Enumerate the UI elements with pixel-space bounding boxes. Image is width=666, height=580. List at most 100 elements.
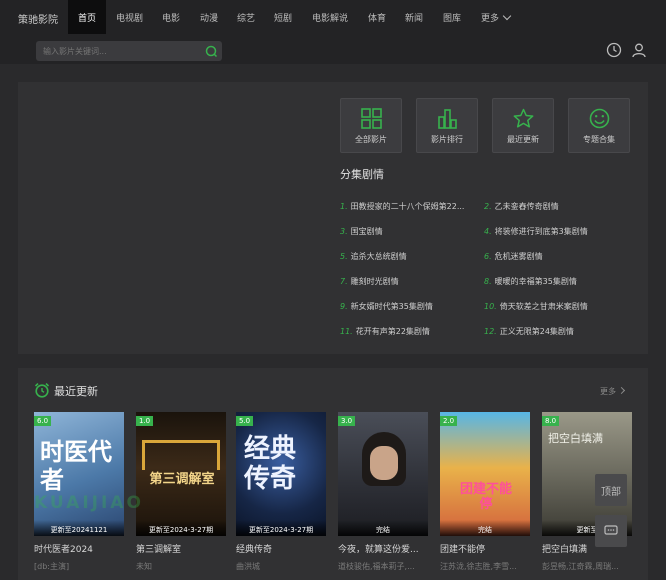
card-title[interactable]: 团建不能停: [440, 542, 532, 555]
episode-title: 追杀大总统剧情: [350, 252, 407, 261]
episode-title: 田教授家的二十八个保姆第22...: [350, 202, 465, 211]
episode-rank: 5.: [340, 252, 348, 261]
score-badge: 8.0: [542, 416, 560, 426]
all-movies-button[interactable]: 全部影片: [340, 98, 402, 153]
episode-link[interactable]: 10. 倚天软差之甘肃米案剧情: [484, 301, 588, 312]
poster-caption: 把空白填满: [548, 432, 603, 445]
episode-link[interactable]: 6. 危机迷雾剧情: [484, 251, 543, 262]
score-badge: 1.0: [136, 416, 154, 426]
history-clock-icon[interactable]: [606, 42, 622, 58]
episode-title: 倚天软差之甘肃米案剧情: [499, 302, 588, 311]
nav-news[interactable]: 新闻: [405, 11, 423, 24]
grid-icon: [361, 108, 382, 129]
episode-rank: 2.: [484, 202, 492, 211]
episode-title: 国宝剧情: [350, 227, 383, 236]
nav-movie[interactable]: 电影: [162, 11, 180, 24]
star-icon: [513, 108, 534, 128]
episode-link[interactable]: 9. 新女婿时代第35集剧情: [340, 301, 433, 312]
episode-link[interactable]: 2. 乙未銮舂传奇剧情: [484, 201, 559, 212]
card-actors: 汪苏泷,徐志胜,李雪...: [440, 562, 517, 571]
episode-rank: 12.: [484, 327, 497, 336]
episode-link[interactable]: 4. 将装修进行到底第3集剧情: [484, 226, 588, 237]
poster-image[interactable]: 经典传奇 5.0 更新至2024-3-27期: [236, 412, 326, 536]
episode-link[interactable]: 12. 正义无限第24集剧情: [484, 326, 574, 337]
ranking-button[interactable]: 影片排行: [416, 98, 478, 153]
nav-anime[interactable]: 动漫: [200, 11, 218, 24]
search-bar: [0, 34, 666, 64]
episode-title: 新女婿时代第35集剧情: [350, 302, 433, 311]
poster-frame: [142, 440, 220, 470]
user-icon[interactable]: [631, 42, 647, 58]
more-label: 更多: [600, 387, 616, 396]
feedback-button[interactable]: [595, 515, 627, 547]
card-actors: 未知: [136, 562, 152, 571]
nav-variety[interactable]: 综艺: [237, 11, 255, 24]
card-actors: 彭昱畅,江奇霖,周瑞...: [542, 562, 619, 571]
search-box: [36, 41, 222, 61]
score-badge: 2.0: [440, 416, 458, 426]
message-icon: [604, 525, 618, 535]
card-title[interactable]: 今夜，就算这份爱...: [338, 542, 430, 555]
nav-sports[interactable]: 体育: [368, 11, 386, 24]
episode-link[interactable]: 1. 田教授家的二十八个保姆第22...: [340, 201, 464, 212]
nav-more[interactable]: 更多: [481, 11, 512, 24]
search-icon[interactable]: [204, 44, 218, 58]
episode-title: 乙未銮舂传奇剧情: [494, 202, 559, 211]
collections-label: 专题合集: [583, 135, 615, 144]
card-title[interactable]: 经典传奇: [236, 542, 328, 555]
back-to-top-button[interactable]: 顶部: [595, 474, 627, 506]
nav-commentary[interactable]: 电影解说: [312, 11, 348, 24]
episode-link[interactable]: 3. 国宝剧情: [340, 226, 383, 237]
nav-gallery[interactable]: 图库: [443, 11, 461, 24]
episode-title: 花开有声第22集剧情: [355, 327, 430, 336]
site-logo[interactable]: 策驰影院: [18, 11, 58, 26]
card-actors: [db:主演]: [34, 562, 70, 571]
more-link[interactable]: 更多: [600, 386, 626, 397]
episodes-section-title: 分集剧情: [340, 168, 384, 181]
update-status: 完结: [440, 520, 530, 536]
watermark-text: KUAIJIAO: [34, 493, 144, 513]
nav-home[interactable]: 首页: [68, 0, 107, 34]
featured-panel: 全部影片 影片排行 最近更新 专题合集 分集剧情 1. 田教授家的二十八个保姆第2…: [18, 82, 648, 354]
score-badge: 6.0: [34, 416, 52, 426]
episode-rank: 9.: [340, 302, 348, 311]
episode-link[interactable]: 8. 暖暖的幸福第35集剧情: [484, 276, 577, 287]
score-badge: 5.0: [236, 416, 254, 426]
episode-rank: 11.: [340, 327, 353, 336]
update-status: 完结: [338, 520, 428, 536]
poster-image[interactable]: 时医代者 6.0 更新至20241121: [34, 412, 124, 536]
card-title[interactable]: 时代医者2024: [34, 542, 126, 555]
search-input[interactable]: [43, 45, 193, 57]
poster-image[interactable]: 3.0 完结: [338, 412, 428, 536]
update-status: 更新至20241121: [34, 520, 124, 536]
episode-rank: 4.: [484, 227, 492, 236]
chevron-right-icon: [617, 386, 626, 395]
update-status: 更新至2024-3-27期: [136, 520, 226, 536]
card-title[interactable]: 第三调解室: [136, 542, 228, 555]
episode-title: 将装修进行到底第3集剧情: [494, 227, 588, 236]
episode-title: 雕刻时光剧情: [350, 277, 399, 286]
alarm-clock-icon: [34, 383, 50, 398]
nav-short[interactable]: 短剧: [274, 11, 292, 24]
poster-image[interactable]: 第三调解室 1.0 更新至2024-3-27期: [136, 412, 226, 536]
smile-icon: [589, 108, 610, 129]
episode-rank: 10.: [484, 302, 497, 311]
latest-section-title: 最近更新: [54, 385, 98, 398]
update-status: 更新至2024-3-27期: [236, 520, 326, 536]
poster-image[interactable]: 团建不能停 2.0 完结: [440, 412, 530, 536]
episode-title: 危机迷雾剧情: [494, 252, 543, 261]
episode-rank: 3.: [340, 227, 348, 236]
episode-rank: 7.: [340, 277, 348, 286]
episode-title: 暖暖的幸福第35集剧情: [494, 277, 577, 286]
card-actors: 曲洪城: [236, 562, 260, 571]
recent-updates-button[interactable]: 最近更新: [492, 98, 554, 153]
collections-button[interactable]: 专题合集: [568, 98, 630, 153]
episode-link[interactable]: 11. 花开有声第22集剧情: [340, 326, 430, 337]
chevron-down-icon: [502, 11, 512, 21]
episode-link[interactable]: 7. 雕刻时光剧情: [340, 276, 399, 287]
episode-link[interactable]: 5. 追杀大总统剧情: [340, 251, 407, 262]
top-nav: 策驰影院 首页 电视剧 电影 动漫 综艺 短剧 电影解说 体育 新闻 图库 更多: [0, 0, 666, 34]
nav-tv[interactable]: 电视剧: [116, 11, 143, 24]
episode-rank: 8.: [484, 277, 492, 286]
episode-rank: 6.: [484, 252, 492, 261]
